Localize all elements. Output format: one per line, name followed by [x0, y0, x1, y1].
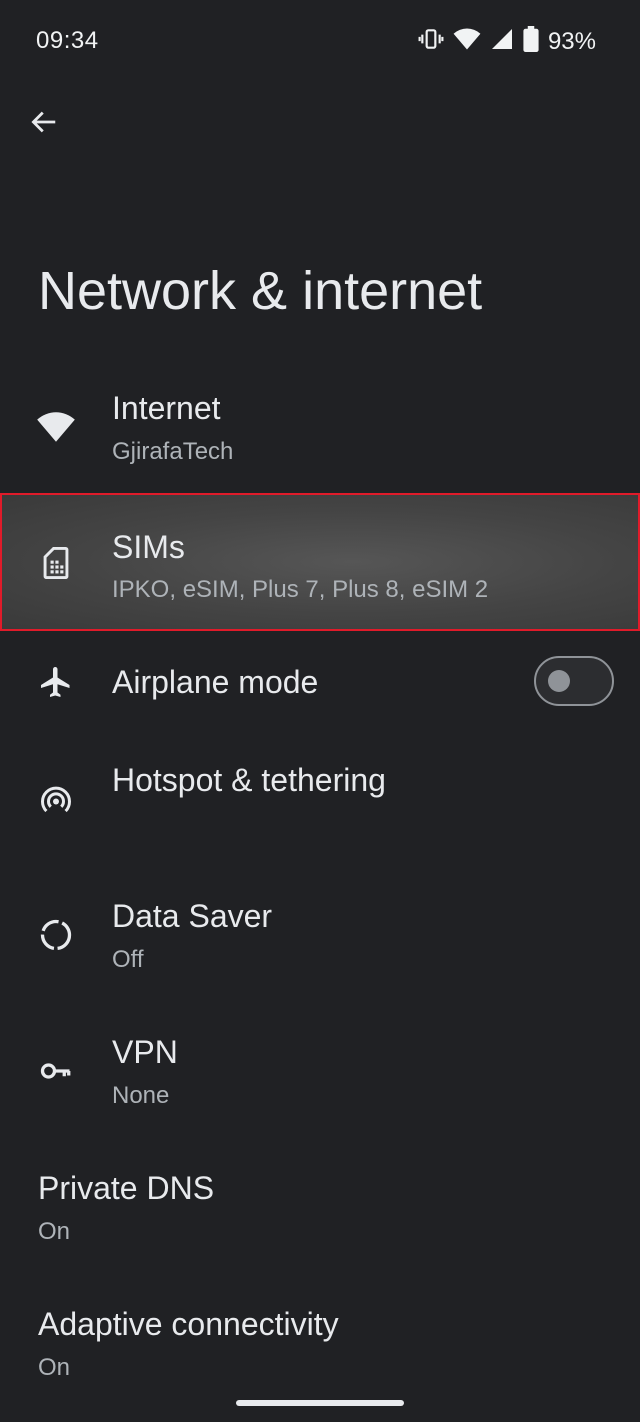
private-dns-item[interactable]: Private DNS On [0, 1152, 640, 1270]
adaptive-connectivity-label: Adaptive connectivity [38, 1306, 339, 1342]
navigation-handle[interactable] [236, 1400, 404, 1406]
battery-percentage: 93% [547, 27, 596, 55]
sims-item[interactable]: SIMs IPKO, eSIM, Plus 7, Plus 8, eSIM 2 [0, 493, 640, 631]
adaptive-connectivity-item[interactable]: Adaptive connectivity On [0, 1288, 640, 1388]
internet-label: Internet [112, 390, 221, 426]
signal-icon [490, 27, 514, 56]
data-saver-item[interactable]: Data Saver Off [0, 880, 640, 998]
page-title: Network & internet [38, 261, 483, 321]
battery-icon [523, 26, 539, 57]
vpn-label: VPN [112, 1034, 178, 1070]
vpn-item[interactable]: VPN None [0, 1016, 640, 1134]
private-dns-label: Private DNS [38, 1170, 215, 1206]
airplane-icon [36, 662, 76, 702]
wifi-status-icon [453, 26, 481, 57]
private-dns-subtitle: On [38, 1218, 71, 1245]
back-button[interactable] [26, 104, 62, 144]
wifi-icon [36, 407, 76, 447]
status-time: 09:34 [36, 27, 99, 54]
hotspot-label: Hotspot & tethering [112, 762, 386, 798]
status-icons: 93% [418, 26, 596, 57]
status-bar: 09:34 93% [0, 0, 640, 82]
vibrate-icon [418, 26, 444, 57]
sim-card-icon [36, 543, 76, 583]
vpn-subtitle: None [112, 1082, 170, 1109]
sims-subtitle: IPKO, eSIM, Plus 7, Plus 8, eSIM 2 [112, 576, 489, 603]
data-saver-subtitle: Off [112, 946, 144, 973]
data-saver-icon [36, 915, 76, 955]
toggle-knob [548, 670, 570, 692]
internet-item[interactable]: Internet GjirafaTech [0, 372, 640, 490]
sims-label: SIMs [112, 529, 185, 565]
adaptive-connectivity-subtitle: On [38, 1354, 71, 1381]
airplane-mode-toggle[interactable] [534, 656, 614, 706]
hotspot-icon [36, 780, 76, 820]
vpn-key-icon [36, 1051, 76, 1091]
data-saver-label: Data Saver [112, 898, 273, 934]
back-arrow-icon [29, 107, 59, 142]
internet-subtitle: GjirafaTech [112, 438, 234, 465]
hotspot-item[interactable]: Hotspot & tethering [0, 740, 640, 860]
airplane-mode-label: Airplane mode [112, 664, 319, 700]
